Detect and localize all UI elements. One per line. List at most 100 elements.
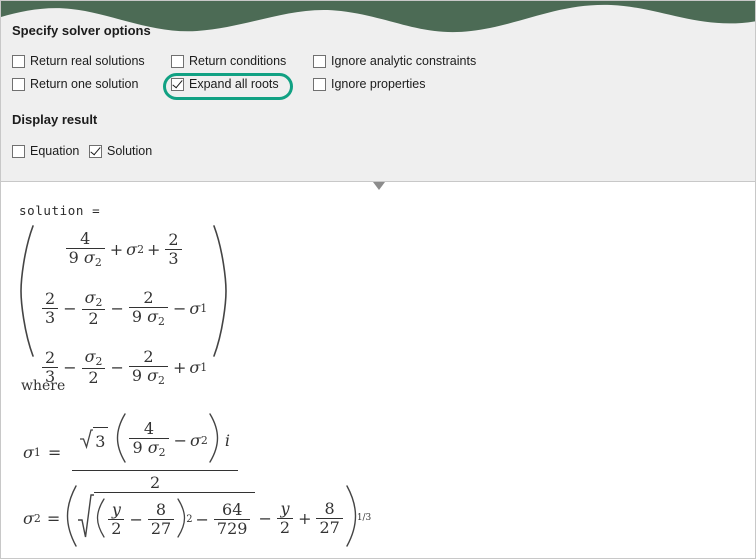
checkbox-ignore-properties[interactable]: Ignore properties: [313, 78, 426, 91]
fraction-denominator: 3: [42, 308, 59, 327]
operator: −: [63, 358, 77, 378]
checkbox-return-one-solution[interactable]: Return one solution: [12, 78, 138, 91]
checkbox-box[interactable]: [12, 78, 25, 91]
sigma-symbol: σ: [189, 358, 201, 378]
matrix-rows: 4 9 σ2 + σ2 + 2 3 2 3 − σ2 2 − 2 9 σ2 − …: [36, 224, 211, 393]
radical-icon: [77, 492, 95, 544]
fraction-numerator: 2: [45, 348, 56, 368]
checkbox-box[interactable]: [12, 55, 25, 68]
right-paren-icon: [176, 497, 186, 543]
radicand: 3: [93, 427, 109, 453]
checkbox-label: Ignore properties: [331, 77, 426, 92]
radicand: y 2 − 8 27 2 − 64 729: [94, 492, 256, 544]
fraction-denominator: 9 σ2: [129, 438, 169, 459]
fraction: y 2: [276, 499, 294, 537]
fraction: 4 9 σ2: [65, 229, 105, 269]
sigma-symbol: σ: [126, 240, 138, 260]
right-paren-icon: [345, 484, 357, 552]
right-paren-icon: [208, 412, 219, 468]
fraction: 2 9 σ2: [128, 347, 168, 387]
fraction-numerator: 2: [168, 230, 179, 250]
result-output-area: solution = 4 9 σ2 + σ2 + 2 3 2 3 − σ2 2 …: [1, 182, 755, 558]
fraction-denominator: 3: [165, 249, 182, 268]
sigma-symbol: σ: [147, 366, 159, 386]
chevron-down-icon[interactable]: [372, 178, 386, 190]
subscript: 2: [137, 243, 144, 257]
expand-all-roots-highlight-annotation: [163, 73, 293, 100]
equals-sign: =: [46, 508, 61, 528]
fraction-numerator: 64: [222, 500, 243, 520]
checkbox-box[interactable]: [171, 55, 184, 68]
parenthesized-group: 4 9 σ2 − σ 2: [116, 412, 219, 468]
fraction: 8 27: [147, 501, 175, 538]
fraction-denominator: 2: [276, 517, 294, 537]
sigma-symbol: σ: [147, 438, 159, 458]
square-root: 3: [79, 427, 109, 453]
operator: −: [129, 510, 143, 529]
checkbox-return-real-solutions[interactable]: Return real solutions: [12, 55, 145, 68]
subscript: 1: [33, 445, 41, 459]
square-root: y 2 − 8 27 2 − 64 729: [77, 492, 256, 544]
checkbox-label: Return one solution: [30, 77, 139, 92]
fraction-numerator: 2: [143, 347, 154, 367]
subscript: 1: [200, 361, 208, 375]
fraction-numerator: 3 4 9 σ2 − σ 2 i: [72, 412, 238, 470]
imaginary-unit: i: [224, 430, 230, 450]
fraction-denominator: 2: [81, 368, 106, 387]
fraction-denominator: 9 σ2: [128, 366, 168, 387]
checkbox-label: Equation: [30, 144, 80, 159]
sigma-symbol: σ: [23, 508, 34, 528]
display-result-heading: Display result: [12, 112, 98, 127]
checkbox-box[interactable]: [313, 55, 326, 68]
operator: +: [109, 240, 124, 260]
solution-variable-label: solution =: [19, 203, 101, 218]
subscript: 2: [94, 255, 102, 269]
subscript: 2: [200, 433, 208, 447]
checkbox-display-solution[interactable]: Solution: [89, 145, 152, 158]
operator: −: [258, 508, 272, 528]
operator: −: [173, 430, 187, 450]
fraction: 8 27: [316, 498, 343, 537]
checkbox-box-checked[interactable]: [89, 145, 102, 158]
fraction: 2 3: [42, 290, 59, 327]
sigma-symbol: σ: [189, 299, 201, 319]
left-paren-icon: [96, 497, 106, 543]
checkbox-box[interactable]: [313, 78, 326, 91]
checkbox-label: Ignore analytic constraints: [331, 54, 477, 69]
subscript: 2: [158, 315, 165, 329]
checkbox-ignore-analytic-constraints[interactable]: Ignore analytic constraints: [313, 55, 476, 68]
sigma1-definition: σ 1 = 3 4 9 σ2 − σ 2 i 2: [23, 412, 242, 492]
sigma-symbol: σ: [83, 247, 95, 267]
fraction-numerator: σ2: [82, 289, 106, 309]
outer-parenthesized-group: y 2 − 8 27 2 − 64 729 − y 2 + 8 27 1/3: [66, 484, 371, 552]
operator: +: [147, 240, 161, 260]
sigma-symbol: σ: [84, 288, 96, 308]
operator: +: [298, 508, 312, 528]
fraction-numerator: σ2: [82, 348, 106, 368]
fraction-denominator: 27: [147, 519, 175, 538]
checkbox-box[interactable]: [12, 145, 25, 158]
fraction-denominator: 729: [213, 519, 251, 538]
subscript: 2: [95, 355, 103, 369]
subscript: 2: [33, 511, 41, 525]
solution-matrix: 4 9 σ2 + σ2 + 2 3 2 3 − σ2 2 − 2 9 σ2 − …: [19, 224, 228, 393]
coefficient: 9: [131, 366, 143, 386]
matrix-row: 4 9 σ2 + σ2 + 2 3: [40, 230, 207, 269]
checkbox-label: Return conditions: [189, 54, 287, 69]
exponent: 2: [186, 514, 193, 525]
operator: −: [110, 358, 124, 378]
equals-sign: =: [47, 442, 62, 462]
checkbox-display-equation[interactable]: Equation: [12, 145, 79, 158]
checkbox-return-conditions[interactable]: Return conditions: [171, 55, 286, 68]
radical-icon: [79, 427, 94, 453]
matrix-row: 2 3 − σ2 2 − 2 9 σ2 − σ1: [40, 289, 207, 328]
sigma2-definition: σ2 = y 2 − 8 27 2 − 64 729 − y 2 + 8 27 …: [23, 484, 371, 552]
fraction: 4 9 σ2: [129, 419, 169, 459]
operator: −: [195, 510, 209, 529]
fraction: 2 3: [165, 230, 182, 268]
fraction-numerator: 4: [80, 229, 91, 248]
fraction: 2 9 σ2: [128, 289, 168, 329]
inner-parenthesized-group: y 2 − 8 27 2: [96, 497, 193, 543]
fraction-numerator: 4: [143, 419, 155, 439]
fraction-numerator: 8: [324, 498, 335, 518]
